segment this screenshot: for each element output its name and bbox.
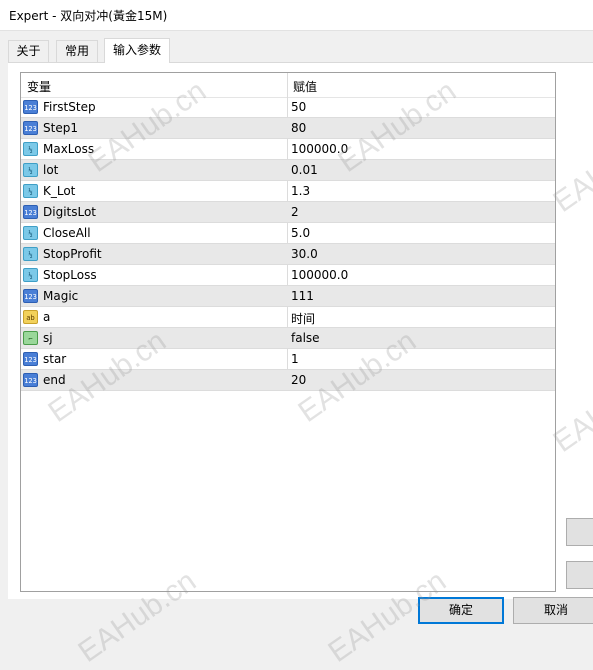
int-type-icon: 123 — [23, 289, 38, 303]
string-type-icon: ab — [23, 310, 38, 324]
table-row[interactable]: 123 star 1 — [21, 349, 555, 370]
int-type-icon: 123 — [23, 373, 38, 387]
parameter-name: a — [43, 310, 51, 324]
parameter-value[interactable]: false — [291, 331, 320, 345]
table-row[interactable]: 123 DigitsLot 2 — [21, 202, 555, 223]
column-header-variable[interactable]: 变量 — [27, 78, 51, 95]
parameter-value[interactable]: 80 — [291, 121, 306, 135]
parameter-name: FirstStep — [43, 100, 96, 114]
double-type-icon: ½ — [23, 163, 38, 177]
table-row[interactable]: ½ StopProfit 30.0 — [21, 244, 555, 265]
table-row[interactable]: ½ StopLoss 100000.0 — [21, 265, 555, 286]
parameter-name: StopLoss — [43, 268, 97, 282]
int-type-icon: 123 — [23, 352, 38, 366]
window-title: Expert - 双向对冲(黃金15M) — [9, 9, 168, 23]
parameter-name: sj — [43, 331, 53, 345]
double-type-icon: ½ — [23, 184, 38, 198]
tab-about[interactable]: 关于 — [8, 40, 49, 62]
table-row[interactable]: 123 Step1 80 — [21, 118, 555, 139]
side-button-save[interactable] — [566, 561, 593, 589]
double-type-icon: ½ — [23, 226, 38, 240]
parameter-value[interactable]: 100000.0 — [291, 268, 348, 282]
double-type-icon: ½ — [23, 247, 38, 261]
parameter-value[interactable]: 1 — [291, 352, 299, 366]
parameter-value[interactable]: 20 — [291, 373, 306, 387]
parameter-name: star — [43, 352, 67, 366]
parameter-name: K_Lot — [43, 184, 76, 198]
parameter-name: Magic — [43, 289, 79, 303]
tab-inputs[interactable]: 输入参数 — [104, 38, 170, 63]
bool-type-icon: ⌐ — [23, 331, 38, 345]
parameter-value[interactable]: 1.3 — [291, 184, 310, 198]
parameter-name: CloseAll — [43, 226, 91, 240]
table-row[interactable]: ½ lot 0.01 — [21, 160, 555, 181]
parameter-value[interactable]: 5.0 — [291, 226, 310, 240]
parameter-name: end — [43, 373, 66, 387]
grid-header: 变量 赋值 — [21, 73, 555, 98]
column-header-value[interactable]: 赋值 — [293, 78, 317, 95]
ok-button[interactable]: 确定 — [418, 597, 504, 624]
table-row[interactable]: 123 FirstStep 50 — [21, 97, 555, 118]
table-row[interactable]: ½ K_Lot 1.3 — [21, 181, 555, 202]
table-row[interactable]: 123 Magic 111 — [21, 286, 555, 307]
table-row[interactable]: ab a 时间 — [21, 307, 555, 328]
parameter-value[interactable]: 111 — [291, 289, 314, 303]
parameter-value[interactable]: 时间 — [291, 310, 315, 327]
cancel-button[interactable]: 取消 — [513, 597, 593, 624]
tab-common[interactable]: 常用 — [56, 40, 98, 62]
parameter-name: Step1 — [43, 121, 78, 135]
int-type-icon: 123 — [23, 100, 38, 114]
double-type-icon: ½ — [23, 142, 38, 156]
table-row[interactable]: ½ CloseAll 5.0 — [21, 223, 555, 244]
parameter-value[interactable]: 50 — [291, 100, 306, 114]
int-type-icon: 123 — [23, 205, 38, 219]
side-button-load[interactable] — [566, 518, 593, 546]
int-type-icon: 123 — [23, 121, 38, 135]
table-row[interactable]: ⌐ sj false — [21, 328, 555, 349]
table-row[interactable]: ½ MaxLoss 100000.0 — [21, 139, 555, 160]
parameter-value[interactable]: 100000.0 — [291, 142, 348, 156]
parameter-value[interactable]: 2 — [291, 205, 299, 219]
double-type-icon: ½ — [23, 268, 38, 282]
parameter-value[interactable]: 30.0 — [291, 247, 318, 261]
parameter-name: MaxLoss — [43, 142, 95, 156]
parameter-name: DigitsLot — [43, 205, 97, 219]
parameter-name: lot — [43, 163, 59, 177]
parameters-grid: 变量 赋值 123 FirstStep 50 123 Step1 80 ½ MaxLoss 10… — [20, 72, 556, 592]
parameter-name: StopProfit — [43, 247, 102, 261]
parameter-value[interactable]: 0.01 — [291, 163, 318, 177]
table-row[interactable]: 123 end 20 — [21, 370, 555, 391]
title-bar: Expert - 双向对冲(黃金15M) — [0, 0, 593, 31]
